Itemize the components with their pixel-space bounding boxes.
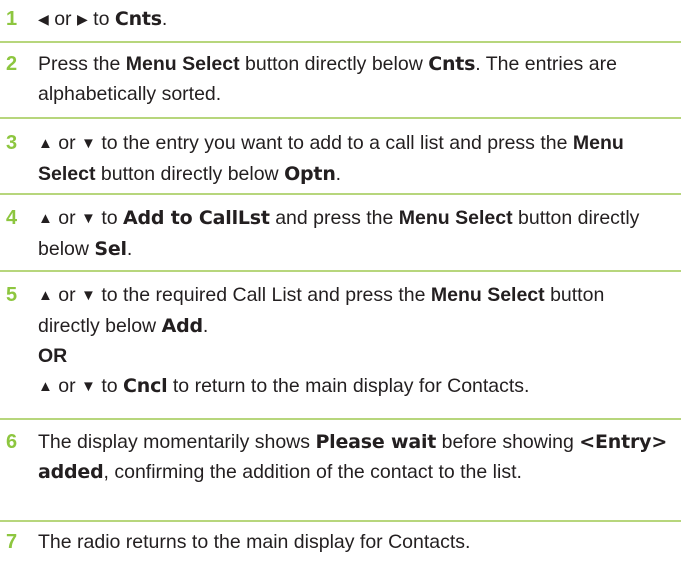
display-text: Cnts xyxy=(114,8,162,30)
left-arrow-icon: ◀ xyxy=(38,11,49,27)
up-arrow-icon: ▲ xyxy=(38,287,53,304)
display-text: Please wait xyxy=(315,431,437,453)
or-label: OR xyxy=(38,345,68,367)
down-arrow-icon: ▼ xyxy=(81,210,96,227)
step-text: Press the Menu Select button directly be… xyxy=(38,53,617,105)
menu-select-label: Menu Select xyxy=(398,207,513,229)
down-arrow-icon: ▼ xyxy=(81,287,96,304)
divider xyxy=(0,193,681,195)
display-text: Sel xyxy=(94,238,127,260)
step-text: The display momentarily shows Please wai… xyxy=(38,431,668,483)
step-number: 5 xyxy=(6,284,18,306)
procedure-steps: 1 ◀ or ▶ to Cnts. 2 Press the Menu Selec… xyxy=(0,0,681,563)
divider xyxy=(0,418,681,420)
display-text: Cncl xyxy=(123,375,168,397)
display-text: Add xyxy=(161,315,204,337)
up-arrow-icon: ▲ xyxy=(38,378,53,395)
step-text: ▲ or ▼ to the entry you want to add to a… xyxy=(38,128,668,189)
display-text: Optn xyxy=(284,163,336,185)
divider xyxy=(0,520,681,522)
step-number: 2 xyxy=(6,53,18,75)
step-number: 7 xyxy=(6,531,18,553)
divider xyxy=(0,270,681,272)
step-number: 4 xyxy=(6,207,18,229)
divider xyxy=(0,117,681,119)
step-number: 3 xyxy=(6,132,18,154)
up-arrow-icon: ▲ xyxy=(38,210,53,227)
up-arrow-icon: ▲ xyxy=(38,135,53,152)
step-text: The radio returns to the main display fo… xyxy=(38,531,471,553)
menu-select-label: Menu Select xyxy=(430,284,545,306)
step-number: 6 xyxy=(6,431,18,453)
divider xyxy=(0,41,681,43)
down-arrow-icon: ▼ xyxy=(81,378,96,395)
step-text: ▲ or ▼ to Add to CallLst and press the M… xyxy=(38,203,668,264)
step-text: ◀ or ▶ to Cnts. xyxy=(38,4,668,34)
down-arrow-icon: ▼ xyxy=(81,135,96,152)
right-arrow-icon: ▶ xyxy=(76,11,88,27)
display-text: Add to CallLst xyxy=(123,207,270,229)
display-text: Cnts xyxy=(428,53,476,75)
step-text: ▲ or ▼ to the required Call List and pre… xyxy=(38,280,668,402)
step-number: 1 xyxy=(6,8,18,30)
menu-select-label: Menu Select xyxy=(125,53,240,75)
